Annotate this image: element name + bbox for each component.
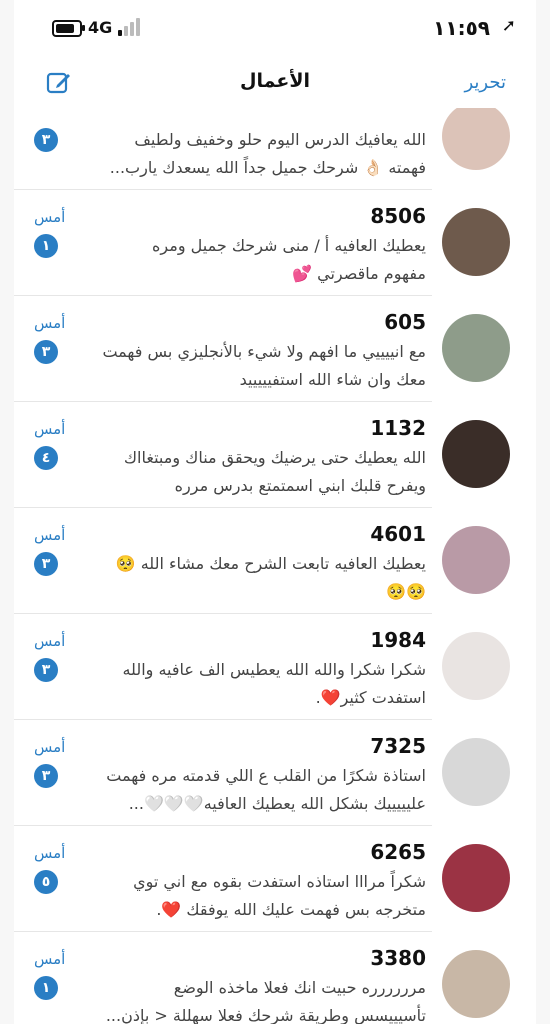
message-line-2: استفدت كثير❤️.: [315, 688, 426, 707]
message-date: أمس: [34, 844, 66, 862]
edit-button[interactable]: تحرير: [464, 72, 506, 93]
message-line-1: شكراً مرااا استاذه استفدت بقوه مع اني تو…: [133, 872, 426, 891]
contact-name: 605: [384, 310, 426, 334]
unread-badge: ٣: [34, 658, 58, 682]
battery-icon: [52, 20, 82, 37]
avatar: [442, 738, 510, 806]
chat-row[interactable]: 605 أمس ٣ مع انييييي ما افهم ولا شيء بال…: [14, 296, 536, 402]
unread-badge: ٣: [34, 552, 58, 576]
chat-row[interactable]: 7325 أمس ٣ استاذة شكرًا من القلب ع اللي …: [14, 720, 536, 826]
message-date: أمس: [34, 208, 66, 226]
message-line-2: متخرجه بس فهمت عليك الله يوفقك ❤️.: [156, 900, 426, 919]
message-line-1: يعطيك العافيه تابعت الشرح معك مشاء الله …: [115, 554, 426, 573]
location-arrow-icon: ➚: [501, 16, 516, 36]
network-label: 4G: [88, 18, 113, 37]
chat-row[interactable]: ٣ الله يعافيك الدرس اليوم حلو وخفيف ولطي…: [14, 108, 536, 190]
contact-name: 1132: [370, 416, 426, 440]
contact-name: 7325: [370, 734, 426, 758]
contact-name: 6265: [370, 840, 426, 864]
unread-badge: ٣: [34, 340, 58, 364]
avatar: [442, 108, 510, 170]
unread-badge: ١: [34, 976, 58, 1000]
message-preview: شكراً مرااا استاذه استفدت بقوه مع اني تو…: [76, 868, 426, 924]
message-preview: شكرا شكرا والله الله يعطيس الف عافيه وال…: [76, 656, 426, 712]
unread-badge: ٣: [34, 128, 58, 152]
message-preview: يعطيك العافيه أ / منى شرحك جميل ومره مفه…: [76, 232, 426, 288]
unread-badge: ٤: [34, 446, 58, 470]
message-date: أمس: [34, 314, 66, 332]
app-frame: 4G ١١:٥٩ ➚ الأعمال تحرير ٣ الله يعافيك ا…: [14, 0, 536, 1024]
chat-row[interactable]: 1984 أمس ٣ شكرا شكرا والله الله يعطيس ال…: [14, 614, 536, 720]
avatar: [442, 314, 510, 382]
message-date: أمس: [34, 950, 66, 968]
unread-badge: ٥: [34, 870, 58, 894]
message-line-1: الله يعافيك الدرس اليوم حلو وخفيف ولطيف: [134, 130, 426, 149]
nav-bar: الأعمال تحرير: [14, 58, 536, 109]
message-line-1: مع انييييي ما افهم ولا شيء بالأنجليزي بس…: [102, 342, 426, 361]
avatar: [442, 844, 510, 912]
avatar: [442, 950, 510, 1018]
avatar: [442, 526, 510, 594]
chat-row[interactable]: 1132 أمس ٤ الله يعطيك حتى يرضيك ويحقق من…: [14, 402, 536, 508]
chat-row[interactable]: 3380 أمس ١ مرررررره حبيت انك فعلا ماخذه …: [14, 932, 536, 1024]
unread-badge: ٣: [34, 764, 58, 788]
message-line-1: شكرا شكرا والله الله يعطيس الف عافيه وال…: [122, 660, 426, 679]
message-date: أمس: [34, 738, 66, 756]
status-bar: 4G ١١:٥٩ ➚: [14, 0, 536, 58]
battery-cap: [82, 25, 85, 31]
message-line-1: يعطيك العافيه أ / منى شرحك جميل ومره: [152, 236, 426, 255]
message-line-1: الله يعطيك حتى يرضيك ويحقق مناك ومبتغااك: [123, 448, 426, 467]
message-line-1: استاذة شكرًا من القلب ع اللي قدمته مره ف…: [106, 766, 426, 785]
page-title: الأعمال: [240, 70, 310, 92]
message-preview: الله يعطيك حتى يرضيك ويحقق مناك ومبتغااك…: [76, 444, 426, 500]
contact-name: 4601: [370, 522, 426, 546]
avatar: [442, 208, 510, 276]
message-line-2: فهمته 👌🏻 شرحك جميل جداً الله يسعدك يارب.…: [109, 158, 426, 177]
chat-row[interactable]: 8506 أمس ١ يعطيك العافيه أ / منى شرحك جم…: [14, 190, 536, 296]
chat-list: ٣ الله يعافيك الدرس اليوم حلو وخفيف ولطي…: [14, 108, 536, 1024]
contact-name: 1984: [370, 628, 426, 652]
chat-row[interactable]: 4601 أمس ٣ يعطيك العافيه تابعت الشرح معك…: [14, 508, 536, 614]
message-date: أمس: [34, 526, 66, 544]
message-date: أمس: [34, 632, 66, 650]
chat-row[interactable]: 6265 أمس ٥ شكراً مرااا استاذه استفدت بقو…: [14, 826, 536, 932]
message-line-2: تأسيييسس وطريقة شرحك فعلا سهللة < بإذن..…: [105, 1006, 426, 1024]
message-line-2: معك وان شاء الله استفيييييد: [239, 370, 426, 389]
message-preview: الله يعافيك الدرس اليوم حلو وخفيف ولطيف …: [76, 126, 426, 182]
message-line-2: ويفرح قلبك ابني اسمتمتع بدرس مرره: [174, 476, 426, 495]
signal-icon: [118, 18, 146, 36]
message-line-1: مرررررره حبيت انك فعلا ماخذه الوضع: [173, 978, 426, 997]
message-preview: استاذة شكرًا من القلب ع اللي قدمته مره ف…: [76, 762, 426, 818]
contact-name: 8506: [370, 204, 426, 228]
unread-badge: ١: [34, 234, 58, 258]
clock: ١١:٥٩: [433, 16, 490, 40]
avatar: [442, 420, 510, 488]
message-preview: مرررررره حبيت انك فعلا ماخذه الوضع تأسيي…: [76, 974, 426, 1024]
avatar: [442, 632, 510, 700]
message-preview: يعطيك العافيه تابعت الشرح معك مشاء الله …: [76, 550, 426, 606]
contact-name: 3380: [370, 946, 426, 970]
message-line-2: مفهوم ماقصرتي 💕: [292, 264, 426, 283]
message-date: أمس: [34, 420, 66, 438]
message-preview: مع انييييي ما افهم ولا شيء بالأنجليزي بس…: [76, 338, 426, 394]
message-line-2: عليييييك بشكل الله يعطيك العافيه🤍🤍🤍...: [128, 794, 426, 813]
message-line-2: 🥺🥺: [386, 582, 426, 601]
